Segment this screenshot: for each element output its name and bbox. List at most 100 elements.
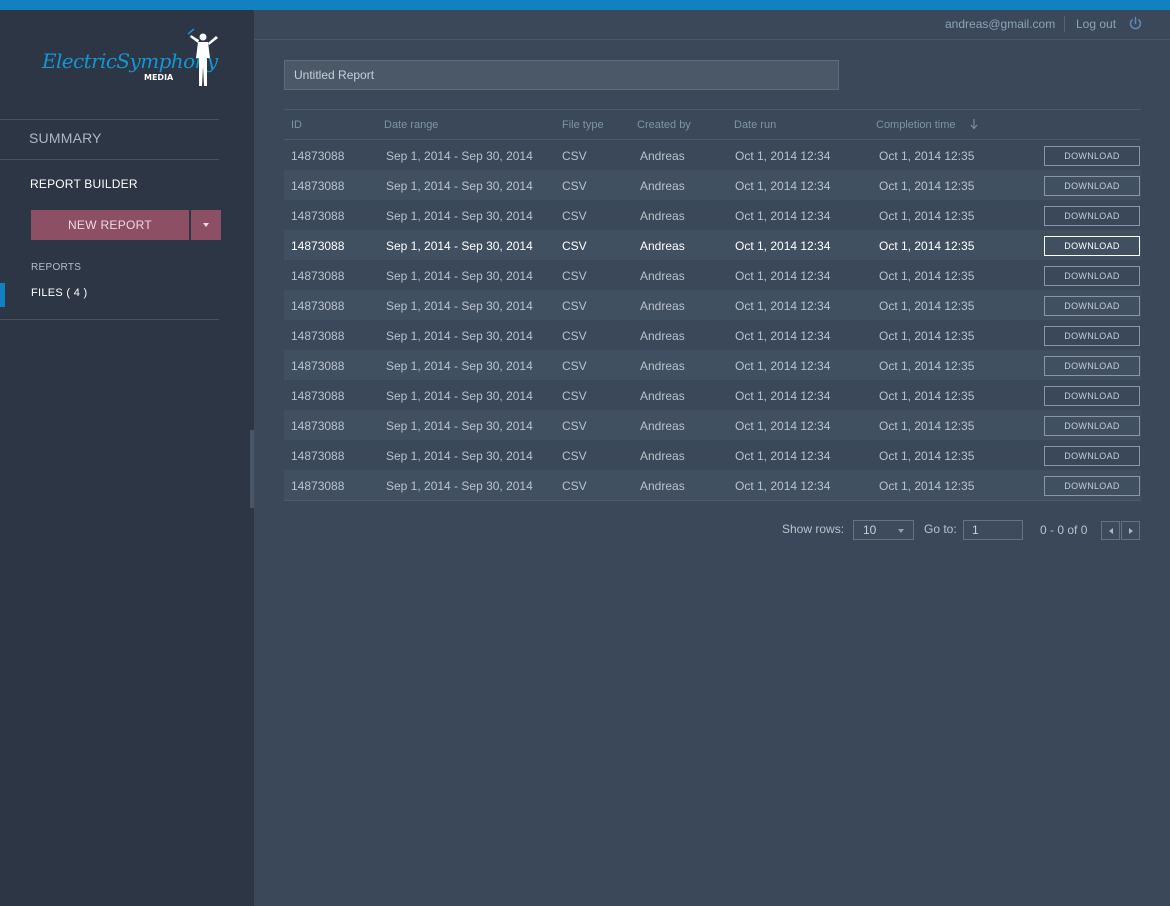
cell-completion-time: Oct 1, 2014 12:35 <box>879 209 975 223</box>
sidebar-divider <box>0 159 219 160</box>
column-header-created-by[interactable]: Created by <box>637 119 691 131</box>
cell-file-type: CSV <box>562 149 587 163</box>
cell-date-run: Oct 1, 2014 12:34 <box>735 299 831 313</box>
top-accent-bar <box>0 0 1170 10</box>
column-header-date-range[interactable]: Date range <box>384 119 438 131</box>
cell-id: 14873088 <box>291 449 345 463</box>
download-button[interactable]: DOWNLOAD <box>1044 236 1140 256</box>
table-row[interactable]: 14873088 Sep 1, 2014 - Sep 30, 2014 CSV And… <box>284 230 1141 260</box>
baton <box>187 28 195 35</box>
new-report-split-button: NEW REPORT <box>31 210 221 240</box>
cell-id: 14873088 <box>291 239 345 253</box>
report-title-input[interactable] <box>284 60 839 90</box>
cell-date-range: Sep 1, 2014 - Sep 30, 2014 <box>386 269 533 283</box>
prev-page-button[interactable] <box>1101 521 1120 540</box>
table-row[interactable]: 14873088 Sep 1, 2014 - Sep 30, 2014 CSV And… <box>284 320 1141 350</box>
sidebar-scrollbar[interactable] <box>250 430 254 508</box>
table-row[interactable]: 14873088 Sep 1, 2014 - Sep 30, 2014 CSV And… <box>284 260 1141 290</box>
arrow-down-icon[interactable] <box>970 118 978 130</box>
download-button[interactable]: DOWNLOAD <box>1044 296 1140 316</box>
cell-completion-time: Oct 1, 2014 12:35 <box>879 269 975 283</box>
table-row[interactable]: 14873088 Sep 1, 2014 - Sep 30, 2014 CSV And… <box>284 410 1141 440</box>
cell-created-by: Andreas <box>640 149 685 163</box>
cell-date-run: Oct 1, 2014 12:34 <box>735 269 831 283</box>
cell-date-range: Sep 1, 2014 - Sep 30, 2014 <box>386 299 533 313</box>
download-button[interactable]: DOWNLOAD <box>1044 176 1140 196</box>
files-table: ID Date range File type Created by Date … <box>284 109 1141 501</box>
cell-id: 14873088 <box>291 329 345 343</box>
download-button[interactable]: DOWNLOAD <box>1044 206 1140 226</box>
cell-created-by: Andreas <box>640 209 685 223</box>
cell-date-range: Sep 1, 2014 - Sep 30, 2014 <box>386 419 533 433</box>
cell-created-by: Andreas <box>640 239 685 253</box>
download-button[interactable]: DOWNLOAD <box>1044 146 1140 166</box>
cell-created-by: Andreas <box>640 389 685 403</box>
table-row[interactable]: 14873088 Sep 1, 2014 - Sep 30, 2014 CSV And… <box>284 170 1141 200</box>
brand-name: ElectricSymphony <box>41 49 219 73</box>
new-report-button[interactable]: NEW REPORT <box>31 210 189 240</box>
download-button[interactable]: DOWNLOAD <box>1044 416 1140 436</box>
column-header-id[interactable]: ID <box>291 119 302 131</box>
column-header-completion-time[interactable]: Completion time <box>876 119 955 131</box>
table-row[interactable]: 14873088 Sep 1, 2014 - Sep 30, 2014 CSV And… <box>284 470 1141 500</box>
next-page-button[interactable] <box>1121 521 1140 540</box>
cell-date-range: Sep 1, 2014 - Sep 30, 2014 <box>386 479 533 493</box>
cell-date-range: Sep 1, 2014 - Sep 30, 2014 <box>386 149 533 163</box>
cell-created-by: Andreas <box>640 329 685 343</box>
cell-file-type: CSV <box>562 449 587 463</box>
download-button[interactable]: DOWNLOAD <box>1044 326 1140 346</box>
cell-completion-time: Oct 1, 2014 12:35 <box>879 419 975 433</box>
cell-completion-time: Oct 1, 2014 12:35 <box>879 239 975 253</box>
cell-completion-time: Oct 1, 2014 12:35 <box>879 389 975 403</box>
table-row[interactable]: 14873088 Sep 1, 2014 - Sep 30, 2014 CSV And… <box>284 140 1141 170</box>
download-button[interactable]: DOWNLOAD <box>1044 476 1140 496</box>
rows-per-page-value: 10 <box>863 523 877 537</box>
user-email[interactable]: andreas@gmail.com <box>945 17 1055 31</box>
cell-id: 14873088 <box>291 179 345 193</box>
brand-logo[interactable]: ElectricSymphony MEDIA <box>40 28 224 98</box>
table-row[interactable]: 14873088 Sep 1, 2014 - Sep 30, 2014 CSV And… <box>284 350 1141 380</box>
goto-page-input[interactable] <box>963 520 1023 540</box>
cell-file-type: CSV <box>562 179 587 193</box>
show-rows-label: Show rows: <box>782 522 845 536</box>
cell-id: 14873088 <box>291 269 345 283</box>
column-header-file-type[interactable]: File type <box>562 119 604 131</box>
cell-completion-time: Oct 1, 2014 12:35 <box>879 359 975 373</box>
cell-created-by: Andreas <box>640 299 685 313</box>
cell-id: 14873088 <box>291 479 345 493</box>
cell-completion-time: Oct 1, 2014 12:35 <box>879 449 975 463</box>
column-header-date-run[interactable]: Date run <box>734 119 776 131</box>
header-separator <box>1064 16 1065 32</box>
new-report-dropdown-button[interactable] <box>191 210 221 240</box>
cell-file-type: CSV <box>562 209 587 223</box>
download-button[interactable]: DOWNLOAD <box>1044 356 1140 376</box>
table-row[interactable]: 14873088 Sep 1, 2014 - Sep 30, 2014 CSV And… <box>284 200 1141 230</box>
sidebar-item-summary[interactable]: SUMMARY <box>29 130 102 146</box>
cell-file-type: CSV <box>562 239 587 253</box>
table-row[interactable]: 14873088 Sep 1, 2014 - Sep 30, 2014 CSV And… <box>284 440 1141 470</box>
chevron-left-icon <box>1108 527 1113 534</box>
sidebar-item-files[interactable]: FILES ( 4 ) <box>0 283 219 307</box>
cell-id: 14873088 <box>291 359 345 373</box>
caret-down-icon <box>203 223 209 227</box>
logout-link[interactable]: Log out <box>1076 17 1116 31</box>
cell-date-run: Oct 1, 2014 12:34 <box>735 149 831 163</box>
table-row[interactable]: 14873088 Sep 1, 2014 - Sep 30, 2014 CSV And… <box>284 290 1141 320</box>
cell-date-range: Sep 1, 2014 - Sep 30, 2014 <box>386 179 533 193</box>
cell-file-type: CSV <box>562 419 587 433</box>
download-button[interactable]: DOWNLOAD <box>1044 386 1140 406</box>
cell-file-type: CSV <box>562 359 587 373</box>
cell-date-run: Oct 1, 2014 12:34 <box>735 359 831 373</box>
cell-completion-time: Oct 1, 2014 12:35 <box>879 179 975 193</box>
download-button[interactable]: DOWNLOAD <box>1044 266 1140 286</box>
cell-id: 14873088 <box>291 419 345 433</box>
power-icon[interactable] <box>1128 16 1143 31</box>
active-indicator <box>0 283 5 307</box>
table-row[interactable]: 14873088 Sep 1, 2014 - Sep 30, 2014 CSV And… <box>284 380 1141 410</box>
cell-date-range: Sep 1, 2014 - Sep 30, 2014 <box>386 359 533 373</box>
rows-per-page-select[interactable]: 10 <box>853 520 914 540</box>
table-header: ID Date range File type Created by Date … <box>284 109 1141 140</box>
page-range: 0 - 0 of 0 <box>1040 523 1088 537</box>
download-button[interactable]: DOWNLOAD <box>1044 446 1140 466</box>
cell-date-run: Oct 1, 2014 12:34 <box>735 449 831 463</box>
